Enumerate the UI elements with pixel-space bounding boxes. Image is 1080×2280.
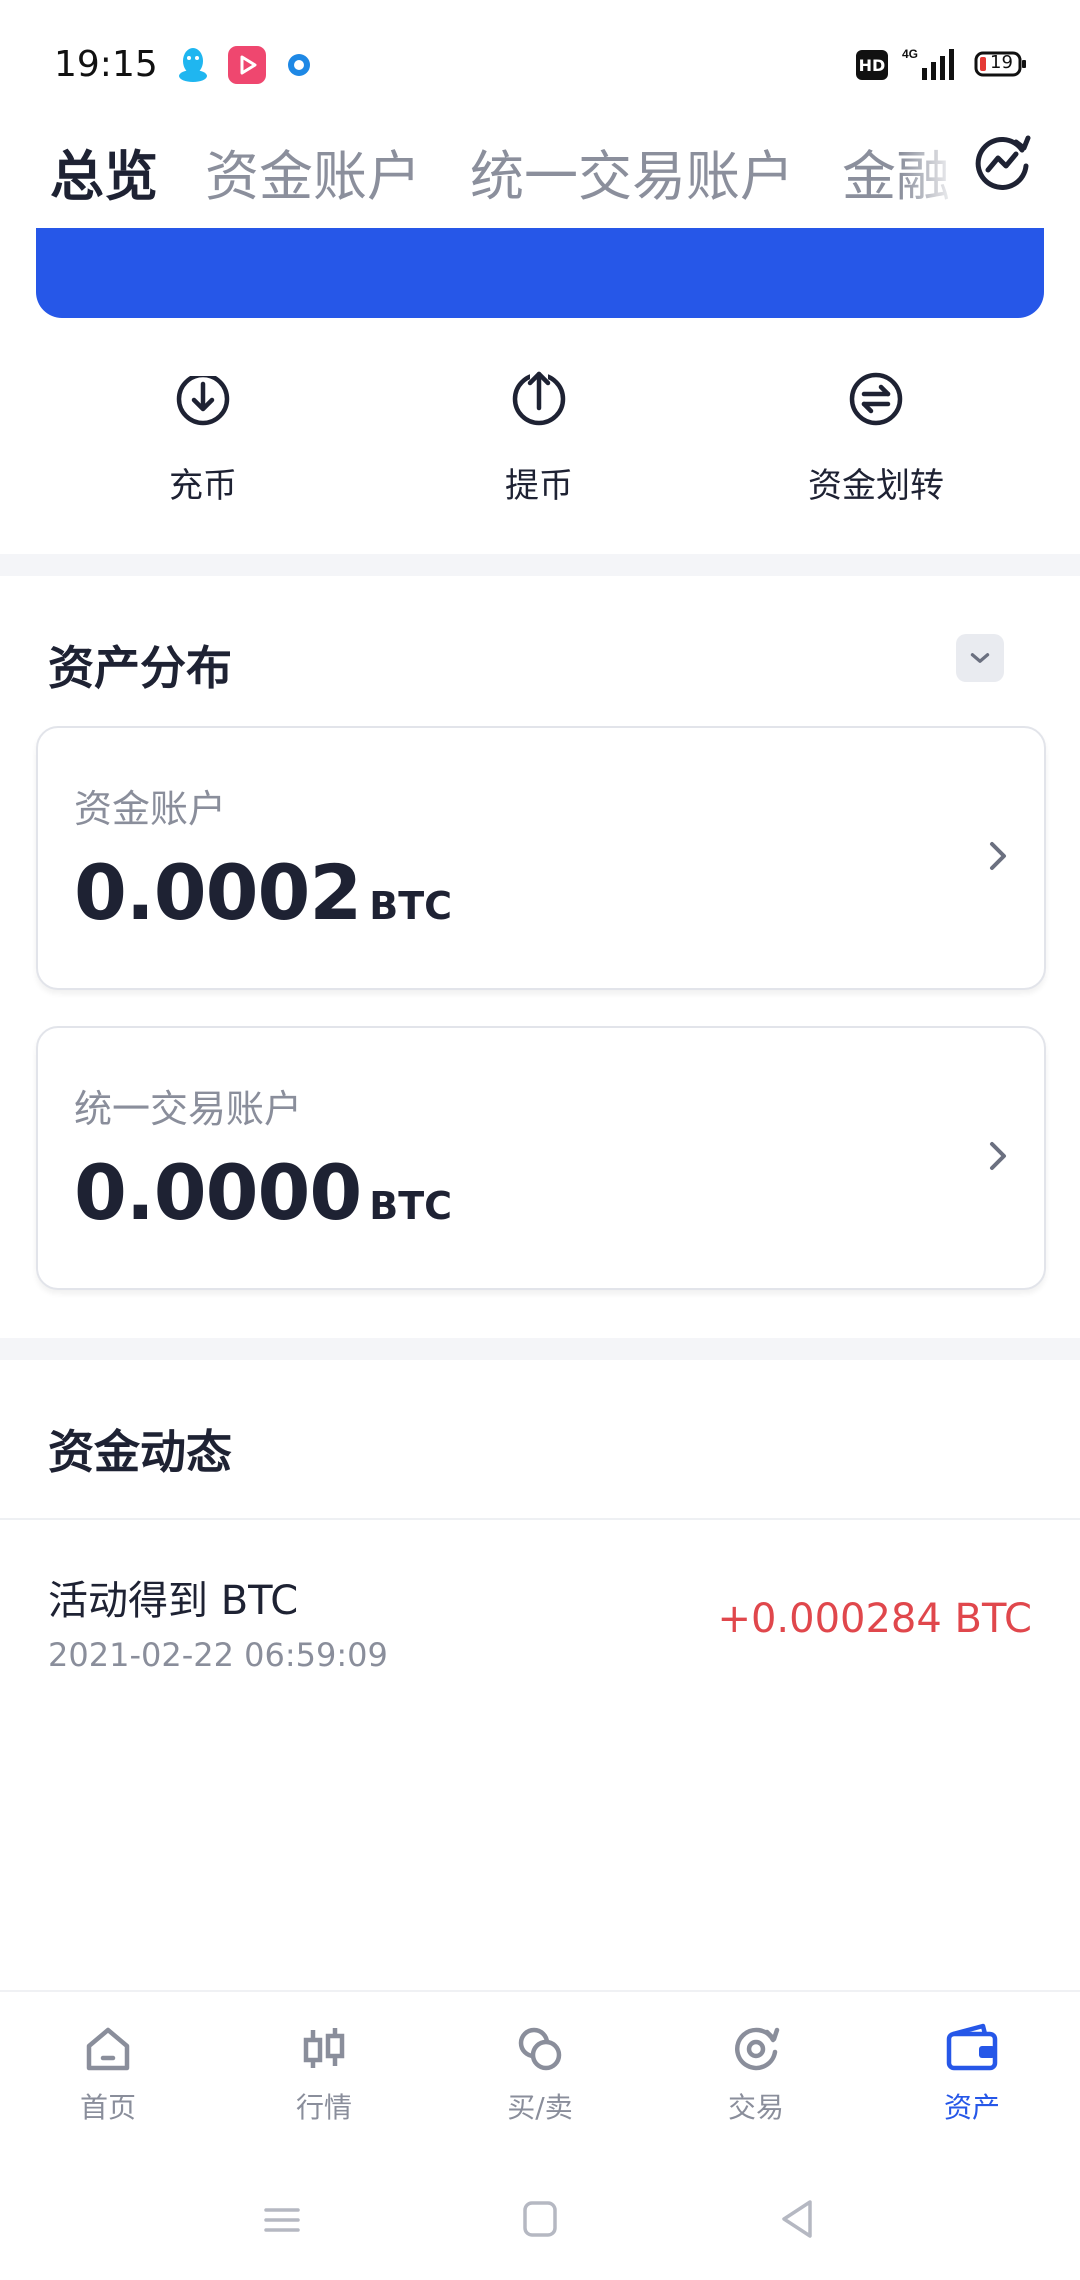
account-balance: 0.0002 BTC [74,848,452,937]
system-nav-bar [0,2160,1080,2280]
record-title: 活动得到 BTC [48,1578,299,1624]
tab-overview[interactable]: 总览 [50,132,158,211]
account-name: 统一交易账户 [74,1087,303,1131]
funding-account-card[interactable]: 资金账户 0.0002 BTC [36,726,1046,990]
signal-4g-icon: 4G [902,47,954,80]
nav-trade-label: 交易 [727,2091,784,2124]
nav-buy-sell-label: 买/卖 [507,2091,573,2124]
withdraw-button[interactable]: 提币 [429,370,649,507]
nav-trade[interactable]: 交易 [676,2020,836,2126]
transfer-label: 资金划转 [808,466,944,506]
buy-sell-icon [518,2027,562,2071]
section-divider [0,1338,1080,1360]
tab-fade-overlay [900,120,960,220]
hd-icon: HD [856,50,888,80]
chevron-right-icon [990,1142,1006,1170]
unified-trading-account-card[interactable]: 统一交易账户 0.0000 BTC [36,1026,1046,1290]
funding-activity-title: 资金动态 [48,1425,232,1479]
bottom-nav: 首页 行情 买/卖 交易 资产 [0,1990,1080,2162]
video-app-icon [228,46,266,84]
divider [0,1518,1080,1520]
chevron-right-icon [990,842,1006,870]
deposit-icon [176,370,230,426]
balance-unit: BTC [369,884,453,928]
transfer-button[interactable]: 资金划转 [766,370,986,507]
nav-assets[interactable]: 资产 [892,2020,1052,2126]
home-icon [86,2027,130,2071]
candlestick-icon [303,2028,345,2068]
transfer-icon [849,372,903,426]
pnl-analysis-icon[interactable] [970,130,1034,194]
balance-unit: BTC [369,1184,453,1228]
dot-app-icon [288,54,310,76]
asset-summary-banner [36,228,1044,318]
tab-funding-account[interactable]: 资金账户 [205,132,421,211]
nav-home-label: 首页 [79,2091,136,2124]
nav-assets-label: 资产 [943,2091,1000,2124]
record-time: 2021-02-22 06:59:09 [48,1636,388,1674]
menu-icon[interactable] [252,2190,312,2250]
balance-amount: 0.0002 [74,848,362,937]
nav-home[interactable]: 首页 [28,2020,188,2126]
svg-text:4G: 4G [902,47,918,61]
asset-distribution-title: 资产分布 [48,641,232,695]
trade-icon [735,2027,780,2071]
account-balance: 0.0000 BTC [74,1148,452,1237]
nav-market-label: 行情 [295,2091,352,2124]
status-time: 19:15 [54,44,158,85]
wallet-icon [946,2023,998,2071]
section-divider [0,554,1080,576]
record-amount: +0.000284 BTC [717,1596,1032,1642]
qq-icon [179,48,207,82]
nav-buy-sell[interactable]: 买/卖 [460,2020,620,2126]
chevron-down-icon [970,653,990,663]
deposit-label: 充币 [169,466,237,506]
withdraw-icon [512,370,566,426]
account-name: 资金账户 [74,787,227,831]
tab-unified-trading-account[interactable]: 统一交易账户 [470,132,794,211]
withdraw-label: 提币 [505,466,573,506]
balance-amount: 0.0000 [74,1148,362,1237]
collapse-button[interactable] [956,634,1004,682]
battery-level: 19 [990,52,1013,73]
back-icon[interactable] [768,2190,828,2250]
nav-market[interactable]: 行情 [244,2020,404,2126]
deposit-button[interactable]: 充币 [93,370,313,507]
home-square-icon[interactable] [510,2190,570,2250]
